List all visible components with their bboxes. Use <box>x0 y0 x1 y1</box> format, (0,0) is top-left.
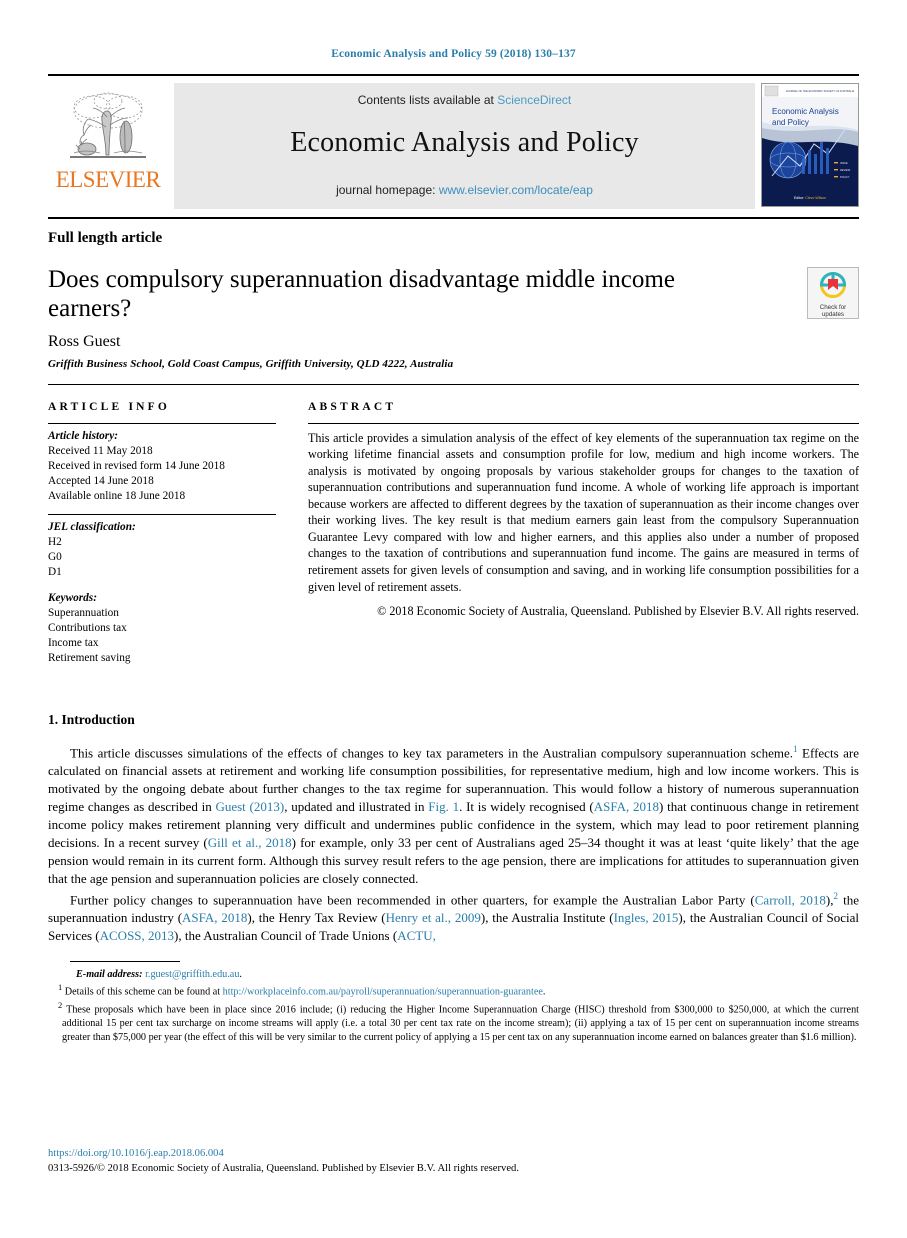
section-heading-introduction: 1. Introduction <box>48 711 135 727</box>
journal-masthead: ELSEVIER Contents lists available at Sci… <box>48 74 859 209</box>
title-block: Does compulsory superannuation disadvant… <box>48 265 807 370</box>
masthead-bottom-rule <box>48 217 859 219</box>
article-info-body: Article history: Received 11 May 2018 Re… <box>48 424 276 666</box>
article-info-column: ARTICLE INFO Article history: Received 1… <box>48 401 276 666</box>
footnote-2: 2 These proposals which have been in pla… <box>48 1000 859 1044</box>
citation-asfa-2018-b[interactable]: ASFA, 2018 <box>182 910 247 925</box>
p2-part-g: ), the Australian Council of Trade Union… <box>174 927 398 943</box>
p2-part-d: ), the Henry Tax Review ( <box>247 909 386 925</box>
homepage-prefix: journal homepage: <box>336 183 436 197</box>
jel-label: JEL classification: <box>48 520 136 533</box>
article-type: Full length article <box>48 230 163 246</box>
footnote-1-text-a: Details of this scheme can be found at <box>64 986 223 998</box>
footnote-separator <box>70 960 180 962</box>
p1-part-c: , updated and illustrated in <box>284 798 429 814</box>
citation-asfa-2018[interactable]: ASFA, 2018 <box>594 799 659 814</box>
history-item: Received 11 May 2018 <box>48 444 153 457</box>
paragraph-intro-1: This article discusses simulations of th… <box>48 743 859 888</box>
footnote-2-marker: 2 <box>58 1000 63 1011</box>
keywords-label: Keywords: <box>48 591 97 604</box>
p2-part-e: ), the Australia Institute ( <box>480 909 614 925</box>
elsevier-logo: ELSEVIER <box>48 83 168 191</box>
citation-acoss-2013[interactable]: ACOSS, 2013 <box>100 928 174 943</box>
svg-text:ISSUE: ISSUE <box>840 161 848 165</box>
contents-prefix: Contents lists available at <box>357 93 494 107</box>
keyword-item: Superannuation <box>48 606 119 619</box>
footnote-2-text: These proposals which have been in place… <box>62 1004 859 1043</box>
paper-page: Economic Analysis and Policy 59 (2018) 1… <box>0 0 907 1238</box>
email-link[interactable]: r.guest@griffith.edu.au <box>145 969 239 980</box>
jel-item: H2 <box>48 535 62 548</box>
journal-band: Contents lists available at ScienceDirec… <box>174 83 755 209</box>
abstract-column: ABSTRACT This article provides a simulat… <box>308 401 859 666</box>
history-item: Accepted 14 June 2018 <box>48 474 154 487</box>
footnote-1-marker: 1 <box>58 982 63 993</box>
abstract-text: This article provides a simulation analy… <box>308 430 859 594</box>
email-label: E-mail address: <box>76 968 143 980</box>
page-title: Does compulsory superannuation disadvant… <box>48 266 675 323</box>
journal-homepage-line: journal homepage: www.elsevier.com/locat… <box>174 183 755 197</box>
doi-link[interactable]: https://doi.org/10.1016/j.eap.2018.06.00… <box>48 1147 859 1161</box>
citation-henry-2009[interactable]: Henry et al., 2009 <box>386 910 481 925</box>
svg-text:REVIEW: REVIEW <box>840 168 851 172</box>
header-bottom-rule <box>48 383 859 385</box>
article-info-heading: ARTICLE INFO <box>48 400 171 413</box>
citation-gill-2018[interactable]: Gill et al., 2018 <box>208 835 292 850</box>
p1-part-d: . It is widely recognised ( <box>459 798 594 814</box>
svg-text:and Policy: and Policy <box>772 118 809 127</box>
title-row: Does compulsory superannuation disadvant… <box>48 265 859 370</box>
affiliation: Griffith Business School, Gold Coast Cam… <box>48 357 454 370</box>
p2-part-a: Further policy changes to superannuation… <box>70 891 755 907</box>
p2-part-b: ), <box>825 891 834 907</box>
footnotes-block: E-mail address: r.guest@griffith.edu.au.… <box>48 968 859 1045</box>
running-head: Economic Analysis and Policy 59 (2018) 1… <box>331 48 576 60</box>
figure-link-fig1[interactable]: Fig. 1 <box>428 799 459 814</box>
crossmark-label-line2: updates <box>821 311 845 319</box>
citation-guest-2013[interactable]: Guest (2013) <box>215 799 284 814</box>
jel-item: D1 <box>48 565 62 578</box>
citation-carroll-2018[interactable]: Carroll, 2018 <box>755 892 826 907</box>
journal-cover-art: JOURNAL OF THE ECONOMIC SOCIETY OF AUSTR… <box>762 84 858 206</box>
footnote-1-text-b: . <box>542 986 546 998</box>
keyword-item: Retirement saving <box>48 651 131 664</box>
journal-title: Economic Analysis and Policy <box>290 127 639 158</box>
page-footer: https://doi.org/10.1016/j.eap.2018.06.00… <box>48 1147 859 1176</box>
history-item: Received in revised form 14 June 2018 <box>48 459 225 472</box>
abstract-heading: ABSTRACT <box>308 400 397 413</box>
contents-available-line: Contents lists available at ScienceDirec… <box>174 93 755 107</box>
crossmark-label-line1: Check for <box>819 304 847 311</box>
article-history-label: Article history: <box>48 429 118 442</box>
svg-text:POLICY: POLICY <box>840 175 850 179</box>
citation-ingles-2015[interactable]: Ingles, 2015 <box>614 910 679 925</box>
svg-text:Editor: Clevo Wilson: Editor: Clevo Wilson <box>794 196 826 200</box>
crossmark-badge[interactable]: Check for updates <box>807 267 859 319</box>
history-item: Available online 18 June 2018 <box>48 489 186 502</box>
elsevier-tree-icon <box>70 92 146 158</box>
jel-item: G0 <box>48 550 62 563</box>
email-period: . <box>239 968 242 980</box>
elsevier-wordmark: ELSEVIER <box>55 167 161 192</box>
info-abstract-row: ARTICLE INFO Article history: Received 1… <box>48 401 859 666</box>
crossmark-icon <box>819 271 847 298</box>
issn-copyright: 0313-5926/© 2018 Economic Society of Aus… <box>48 1162 519 1174</box>
abstract-copyright: © 2018 Economic Society of Australia, Qu… <box>377 604 859 619</box>
p1-part-a: This article discusses simulations of th… <box>70 745 794 761</box>
journal-cover-thumbnail: JOURNAL OF THE ECONOMIC SOCIETY OF AUSTR… <box>761 83 859 207</box>
svg-text:Economic Analysis: Economic Analysis <box>772 107 839 116</box>
author-list: Ross Guest <box>48 332 121 350</box>
citation-actu[interactable]: ACTU, <box>397 928 436 943</box>
article-info-divider <box>48 513 276 515</box>
keyword-item: Income tax <box>48 636 99 649</box>
introduction-section: 1. Introduction This article discusses s… <box>48 712 859 945</box>
crossmark-label: Check for updates <box>808 304 858 318</box>
sciencedirect-link[interactable]: ScienceDirect <box>497 93 571 107</box>
footnote-1: 1 Details of this scheme can be found at… <box>48 982 859 999</box>
footnote-1-url[interactable]: http://workplaceinfo.com.au/payroll/supe… <box>223 987 543 998</box>
svg-text:JOURNAL OF THE ECONOMIC SOCIET: JOURNAL OF THE ECONOMIC SOCIETY OF AUSTR… <box>786 89 855 93</box>
journal-homepage-link[interactable]: www.elsevier.com/locate/eap <box>439 183 593 197</box>
paragraph-intro-2: Further policy changes to superannuation… <box>48 890 859 945</box>
footnote-email: E-mail address: r.guest@griffith.edu.au. <box>48 968 859 982</box>
keyword-item: Contributions tax <box>48 621 127 634</box>
